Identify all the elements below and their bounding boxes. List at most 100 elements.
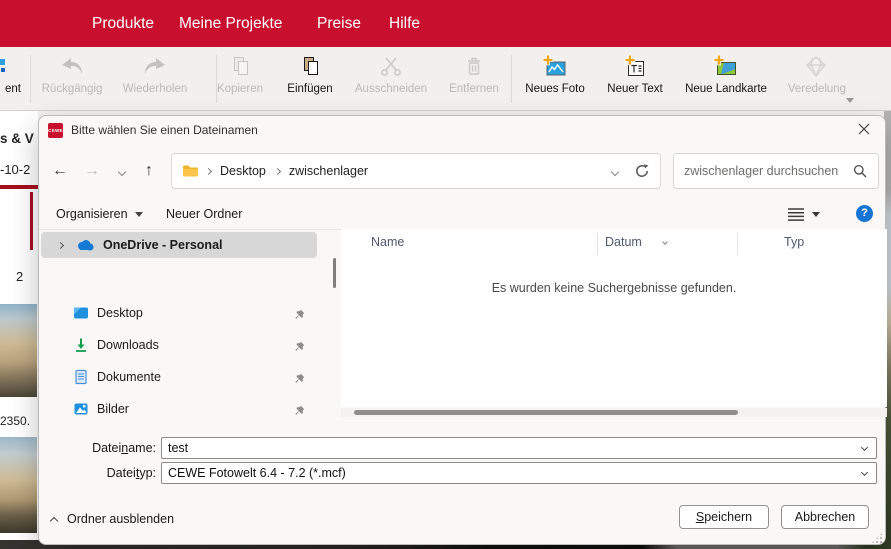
diamond-icon: [802, 52, 832, 82]
column-header-type[interactable]: Typ: [784, 235, 804, 249]
chevron-down-icon: [812, 212, 820, 217]
organize-menu-button[interactable]: Organisieren: [56, 199, 143, 229]
search-box[interactable]: [673, 153, 879, 189]
menu-meine-projekte[interactable]: Meine Projekte: [179, 0, 282, 47]
filetype-select[interactable]: CEWE Fotowelt 6.4 - 7.2 (*.mcf): [161, 462, 877, 484]
background-red-divider: [0, 185, 38, 189]
column-header-name[interactable]: Name: [371, 235, 404, 249]
app-menubar: Produkte Meine Projekte Preise Hilfe: [0, 0, 891, 47]
cancel-button[interactable]: Abbrechen: [781, 505, 869, 529]
copy-button[interactable]: Kopieren: [208, 52, 272, 106]
paste-button[interactable]: Einfügen: [279, 52, 341, 106]
filename-combo[interactable]: [161, 437, 877, 459]
embellishment-button[interactable]: Veredelung: [780, 52, 854, 106]
nav-back-button[interactable]: ←: [52, 162, 68, 180]
filename-label: Dateiname:: [39, 437, 156, 459]
new-text-icon: [621, 52, 649, 82]
new-map-icon: [712, 52, 740, 82]
new-folder-button[interactable]: Neuer Ordner: [166, 199, 242, 229]
chevron-down-icon: [846, 98, 854, 103]
sidebar-item-onedrive[interactable]: OneDrive - Personal: [41, 232, 317, 258]
dialog-titlebar[interactable]: CEWE Bitte wählen Sie einen Dateinamen: [39, 116, 885, 145]
photo-thumbnail[interactable]: [0, 437, 37, 533]
empty-results-message: Es wurden keine Suchergebnisse gefunden.: [341, 281, 887, 295]
delete-button[interactable]: Entfernen: [441, 52, 507, 106]
column-separator[interactable]: [737, 233, 738, 255]
new-photo-button[interactable]: Neues Foto: [517, 52, 593, 106]
sidebar-item-label: Dokumente: [97, 370, 161, 384]
background-text-fragment: s & V: [0, 131, 38, 146]
sidebar-item-label: OneDrive - Personal: [103, 238, 223, 252]
new-text-button[interactable]: Neuer Text: [599, 52, 671, 106]
menu-hilfe[interactable]: Hilfe: [389, 0, 420, 47]
chevron-down-icon: [135, 212, 143, 217]
toolbar-separator: [511, 55, 512, 103]
chevron-up-icon: [50, 516, 58, 524]
dialog-title: Bitte wählen Sie einen Dateinamen: [71, 116, 258, 145]
column-separator[interactable]: [597, 233, 598, 255]
background-left-panel: s & V -10-2 2 2350.: [0, 111, 38, 549]
desktop-icon: [73, 305, 89, 321]
photo-thumbnail[interactable]: [0, 304, 37, 397]
view-mode-button[interactable]: [787, 199, 820, 229]
hide-folders-button[interactable]: Ordner ausblenden: [51, 512, 174, 526]
filename-input[interactable]: [162, 438, 852, 458]
close-icon: [858, 122, 870, 140]
nav-forward-button[interactable]: →: [84, 162, 100, 180]
help-button[interactable]: ?: [856, 205, 873, 222]
toolbar-partial-button[interactable]: ent: [0, 52, 28, 106]
filetype-value: CEWE Fotowelt 6.4 - 7.2 (*.mcf): [162, 463, 876, 483]
clipped-icon: [0, 52, 27, 82]
expand-chevron-icon[interactable]: [58, 243, 63, 248]
menu-produkte[interactable]: Produkte: [92, 0, 154, 47]
resize-grip[interactable]: [871, 532, 883, 544]
dialog-commandbar: Organisieren Neuer Ordner ?: [39, 199, 885, 229]
address-dropdown-chevron[interactable]: [612, 162, 618, 180]
toolbar-partial-label: ent: [5, 83, 21, 95]
sidebar-item-pictures[interactable]: Bilder: [41, 396, 317, 422]
new-photo-icon: [541, 52, 569, 82]
search-input[interactable]: [684, 164, 852, 178]
sidebar-item-downloads[interactable]: Downloads: [41, 332, 317, 358]
search-icon[interactable]: [852, 163, 868, 179]
save-button[interactable]: Speichern: [679, 505, 769, 529]
breadcrumb-zwischenlager[interactable]: zwischenlager: [289, 164, 368, 178]
nav-up-button[interactable]: ↑: [145, 162, 153, 180]
close-button[interactable]: [852, 119, 876, 143]
filetype-label: Dateityp:: [39, 462, 156, 484]
copy-icon: [226, 52, 254, 82]
cut-button[interactable]: Ausschneiden: [351, 52, 431, 106]
onedrive-icon: [75, 238, 95, 252]
cewe-logo: CEWE: [48, 123, 63, 138]
sidebar-item-desktop[interactable]: Desktop: [41, 300, 317, 326]
refresh-icon[interactable]: [634, 163, 650, 179]
file-list: Name Datum Typ Es wurden keine Suchergeb…: [341, 229, 887, 407]
undo-button[interactable]: Rückgängig: [34, 52, 110, 106]
file-list-horizontal-scrollbar[interactable]: [341, 408, 887, 417]
sort-chevron-icon: [663, 231, 667, 249]
pin-icon: [294, 339, 305, 357]
sidebar-scrollbar[interactable]: [333, 258, 336, 288]
chevron-down-icon[interactable]: [861, 444, 868, 451]
scrollbar-thumb[interactable]: [354, 410, 738, 415]
background-date-fragment: -10-2: [0, 162, 38, 177]
redo-button[interactable]: Wiederholen: [117, 52, 193, 106]
pictures-icon: [73, 401, 89, 417]
background-page-number: 2: [16, 269, 23, 284]
new-map-button[interactable]: Neue Landkarte: [680, 52, 772, 106]
sidebar-item-documents[interactable]: Dokumente: [41, 364, 317, 390]
trash-icon: [460, 52, 488, 82]
undo-icon: [58, 52, 86, 82]
breadcrumb-separator-icon: [205, 167, 212, 174]
sidebar-item-label: Downloads: [97, 338, 159, 352]
address-bar[interactable]: Desktop zwischenlager: [171, 153, 661, 189]
save-file-dialog: CEWE Bitte wählen Sie einen Dateinamen ←…: [38, 115, 886, 545]
breadcrumb-desktop[interactable]: Desktop: [220, 164, 266, 178]
scissors-icon: [377, 52, 405, 82]
column-header-date[interactable]: Datum: [605, 235, 642, 249]
places-sidebar: OneDrive - Personal Desktop Downloads: [39, 229, 329, 419]
nav-recent-chevron[interactable]: [119, 162, 125, 180]
menu-preise[interactable]: Preise: [317, 0, 361, 47]
breadcrumb-separator-icon: [274, 167, 281, 174]
downloads-icon: [73, 337, 89, 353]
